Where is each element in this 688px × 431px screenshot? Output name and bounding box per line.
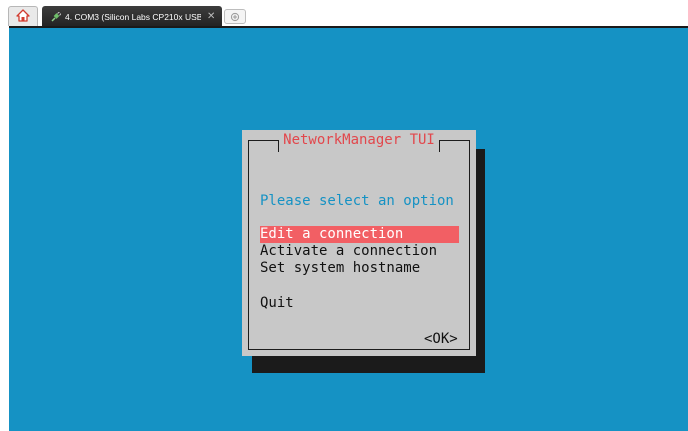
nmtui-dialog: NetworkManager TUI Please select an opti… — [242, 130, 476, 356]
menu-item-quit[interactable]: Quit — [260, 295, 460, 312]
home-tab[interactable] — [8, 6, 38, 26]
session-tab[interactable]: 4. COM3 (Silicon Labs CP210x USB ✕ — [42, 6, 222, 27]
serial-plug-icon — [51, 11, 61, 22]
menu-item-activate-connection[interactable]: Activate a connection — [260, 243, 460, 260]
menu-item-set-hostname[interactable]: Set system hostname — [260, 260, 460, 277]
new-tab-button[interactable] — [224, 9, 246, 24]
close-tab-icon[interactable]: ✕ — [207, 11, 215, 22]
dialog-title: NetworkManager TUI — [283, 132, 435, 148]
terminal-screen[interactable]: NetworkManager TUI Please select an opti… — [9, 26, 688, 431]
ok-button[interactable]: <OK> — [424, 331, 458, 347]
session-tab-title: 4. COM3 (Silicon Labs CP210x USB — [65, 11, 201, 22]
tab-bar: 4. COM3 (Silicon Labs CP210x USB ✕ — [0, 0, 688, 27]
home-icon — [16, 7, 30, 26]
dialog-prompt: Please select an option — [260, 193, 454, 209]
dialog-title-box: NetworkManager TUI — [278, 132, 440, 152]
menu-item-edit-connection[interactable]: Edit a connection — [260, 226, 459, 243]
new-tab-icon — [229, 7, 241, 26]
option-menu: Edit a connection Activate a connection … — [260, 226, 460, 312]
